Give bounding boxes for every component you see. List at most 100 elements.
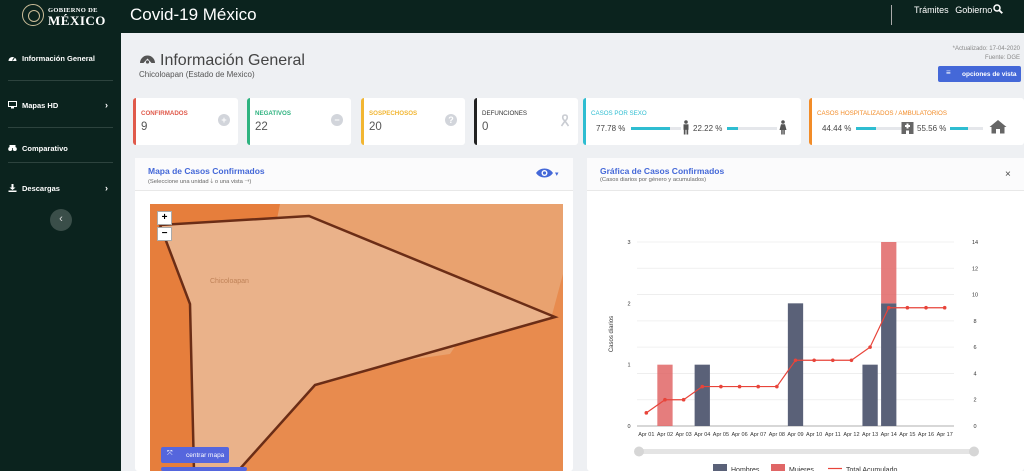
map-panel-title: Mapa de Casos Confirmados — [148, 166, 265, 176]
point-total-acumulado — [644, 411, 649, 415]
bar-hombres — [694, 364, 710, 426]
legend-label: Mujeres — [789, 467, 814, 471]
point-total-acumulado — [700, 384, 705, 389]
card-title: CASOS POR SEXO — [591, 110, 647, 117]
sidebar-item-informacion-general[interactable]: Información General — [0, 44, 121, 72]
y2-tick-label: 10 — [972, 293, 978, 299]
legend-label: Total Acumulado — [846, 467, 897, 471]
y2-tick-label: 12 — [972, 266, 978, 272]
card-value: 9 — [141, 121, 148, 133]
card-value: 0 — [482, 121, 489, 133]
data-source: Fuente: DGE — [984, 55, 1020, 61]
x-tick-label: Apr 06 — [731, 432, 747, 438]
bar-hombres — [787, 303, 804, 426]
point-total-acumulado — [868, 345, 872, 349]
range-slider-handle-right — [969, 446, 979, 457]
card-value: 22 — [255, 121, 268, 133]
hospitalizados-progress-fill — [856, 127, 877, 130]
point-total-acumulado — [681, 397, 686, 402]
plus-icon: + — [218, 114, 230, 126]
y2-tick-label: 6 — [973, 345, 976, 351]
y2-axis-label: Casos Acumulados — [996, 308, 998, 359]
chart-panel-header: Gráfica de Casos Confirmados (Casos diar… — [587, 158, 1024, 191]
card-value: 20 — [369, 121, 382, 133]
card-title: DEFUNCIONES — [482, 110, 528, 117]
male-progress-fill — [631, 127, 670, 130]
gobierno-logo[interactable]: GOBIERNO DE MÉXICO — [22, 3, 105, 29]
close-icon[interactable]: × — [1005, 169, 1011, 180]
point-total-acumulado — [905, 305, 910, 310]
x-tick-label: Apr 10 — [806, 432, 822, 438]
range-slider-handle-left — [634, 446, 644, 457]
dashboard-icon — [140, 55, 155, 64]
secondary-map-button[interactable] — [161, 467, 247, 471]
view-options-button[interactable]: ≡ opciones de vista — [938, 66, 1021, 82]
chart-panel-title: Gráfica de Casos Confirmados — [600, 166, 725, 176]
negativos-card[interactable]: NEGATIVOS 22 − — [247, 98, 351, 145]
male-icon — [683, 120, 689, 135]
point-total-acumulado — [737, 384, 742, 389]
ambulatorios-progress-fill — [950, 127, 969, 130]
defunciones-card[interactable]: DEFUNCIONES 0 — [474, 98, 578, 145]
casos-por-sexo-card[interactable]: CASOS POR SEXO 77.78 % 22.22 % — [583, 98, 801, 145]
ambulatorios-percentage: 55.56 % — [917, 124, 947, 133]
map-canvas[interactable]: Chicoloapan — [150, 204, 563, 471]
female-progress-fill — [727, 127, 739, 130]
point-total-acumulado — [793, 358, 798, 363]
x-tick-label: Apr 13 — [862, 432, 878, 438]
x-tick-label: Apr 11 — [825, 432, 841, 438]
header-links: Trámites Gobierno — [914, 5, 996, 15]
top-navbar: GOBIERNO DE MÉXICO Covid-19 México Trámi… — [0, 0, 1024, 33]
point-total-acumulado — [756, 384, 761, 389]
x-tick-label: Apr 17 — [937, 432, 953, 438]
point-total-acumulado — [719, 384, 723, 389]
bar-hombres — [862, 364, 878, 426]
page-title-text: Información General — [160, 52, 305, 69]
header-divider — [891, 5, 892, 25]
sidebar-item-comparativo[interactable]: Comparativo — [0, 134, 121, 162]
page-subtitle: Chicoloapan (Estado de Mexico) — [139, 70, 255, 79]
x-tick-label: Apr 15 — [899, 432, 915, 438]
collapse-sidebar-button[interactable]: ‹ — [50, 209, 72, 231]
y2-tick-label: 2 — [973, 398, 976, 404]
card-title: CASOS HOSPITALIZADOS / AMBULATORIOS — [817, 110, 947, 117]
confirmados-card[interactable]: CONFIRMADOS 9 + — [133, 98, 238, 145]
tramites-link[interactable]: Trámites — [914, 5, 949, 15]
sidebar-item-label: Comparativo — [22, 144, 68, 153]
sidebar-item-descargas[interactable]: Descargas › — [0, 174, 121, 202]
point-total-acumulado — [924, 305, 928, 310]
zoom-in-button[interactable]: + — [157, 211, 172, 225]
y-axis-label: Casos diarios — [609, 316, 615, 352]
point-total-acumulado — [812, 358, 816, 363]
eye-icon[interactable] — [535, 167, 554, 179]
update-info: *Actualizado: 17-04-2020 Fuente: DGE — [953, 45, 1020, 63]
sidebar-item-mapas-hd[interactable]: Mapas HD › — [0, 91, 121, 119]
page-title: Información General — [139, 50, 305, 70]
y-tick-label: 0 — [627, 424, 630, 430]
sidebar-divider — [8, 80, 113, 81]
hospital-icon — [901, 122, 914, 134]
map-panel-header: Mapa de Casos Confirmados (Seleccione un… — [135, 158, 573, 191]
y2-tick-label: 4 — [973, 371, 976, 377]
zoom-out-button[interactable]: − — [157, 227, 172, 241]
card-title: NEGATIVOS — [255, 110, 291, 117]
sospechosos-card[interactable]: SOSPECHOSOS 20 ? — [361, 98, 465, 145]
point-total-acumulado — [663, 397, 667, 402]
hospitalizados-progress-bar — [856, 127, 902, 130]
center-map-button[interactable]: ⤧ centrar mapa — [161, 447, 229, 463]
dashboard-icon — [8, 57, 17, 61]
hospitalizados-card[interactable]: CASOS HOSPITALIZADOS / AMBULATORIOS 44.4… — [809, 98, 1024, 145]
x-tick-label: Apr 12 — [843, 432, 859, 438]
ambulatorios-progress-bar — [950, 127, 983, 130]
search-icon[interactable] — [993, 4, 1003, 14]
gobierno-link[interactable]: Gobierno — [955, 5, 992, 15]
male-percentage: 77.78 % — [596, 124, 626, 133]
y-tick-label: 2 — [627, 301, 630, 307]
legend-swatch — [713, 464, 727, 471]
x-tick-label: Apr 14 — [881, 432, 897, 438]
chevron-down-icon[interactable]: ▾ — [555, 170, 559, 178]
chevron-right-icon: › — [105, 183, 108, 193]
x-tick-label: Apr 04 — [694, 432, 710, 438]
legend-swatch — [771, 464, 785, 471]
binoculars-icon — [8, 145, 17, 151]
